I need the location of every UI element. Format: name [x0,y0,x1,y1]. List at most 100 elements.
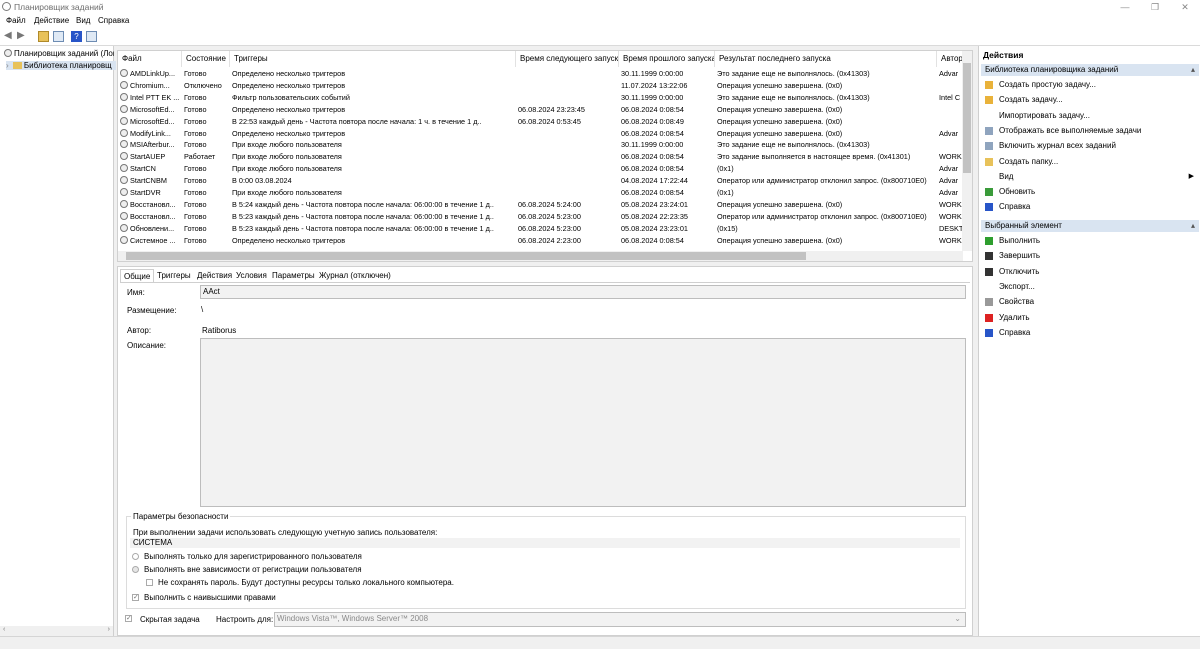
cell-status: Готово [184,104,207,114]
chevron-down-icon: ⌄ [954,614,961,623]
column-header-last-result[interactable]: Результат последнего запуска [715,51,937,67]
menu-view[interactable]: Вид [76,16,90,25]
action-properties[interactable]: Свойства [999,297,1034,306]
tree-horizontal-scrollbar[interactable]: ‹ › [0,626,113,636]
tree-root[interactable]: Планировщик заданий (Лок [4,49,114,58]
menu-bar: Файл Действие Вид Справка [0,14,1200,28]
action-end[interactable]: Завершить [999,251,1040,260]
table-row[interactable]: StartCN Готово При входе любого пользовате… [118,163,963,175]
back-icon[interactable]: ◀ [4,31,15,42]
radio-logged-on-only[interactable] [132,553,139,560]
action-refresh[interactable]: Обновить [999,187,1035,196]
highest-privileges-checkbox[interactable]: ✓ [132,594,139,601]
action-delete[interactable]: Удалить [999,313,1030,322]
up-folder-icon[interactable] [38,31,49,42]
table-row[interactable]: MSIAfterbur... Готово При входе любого пол… [118,139,963,151]
description-field[interactable] [200,338,966,507]
action-export[interactable]: Экспорт... [999,282,1035,291]
show-hide-tree-icon[interactable] [53,31,64,42]
do-not-store-password-checkbox[interactable] [146,579,153,586]
clock-icon [4,49,12,57]
radio-run-whether-logged-on[interactable] [132,566,139,573]
section-library-header[interactable]: Библиотека планировщика заданий ▴ [981,64,1199,76]
menu-action[interactable]: Действие [34,16,69,25]
tab-conditions[interactable]: Условия [233,269,270,282]
help-icon[interactable]: ? [71,31,82,42]
folder-icon [12,62,22,69]
action-import[interactable]: Импортировать задачу... [999,111,1090,120]
action-run[interactable]: Выполнить [999,236,1040,245]
tab-general[interactable]: Общие [120,269,155,282]
column-header-status[interactable]: Состояние [182,51,230,67]
cell-triggers: Определено несколько триггеров [232,235,346,245]
table-row[interactable]: ModifyLink... Готово Определено несколько … [118,128,963,140]
tab-triggers[interactable]: Триггеры [154,269,194,282]
configure-for-select[interactable]: Windows Vista™, Windows Server™ 2008 ⌄ [274,612,966,627]
column-header-next-run[interactable]: Время следующего запуска [516,51,619,67]
properties-icon [985,298,993,307]
action-running-tasks[interactable]: Отображать все выполняемые задачи [999,126,1141,135]
table-row[interactable]: Intel PTT EK ... Готово Фильтр пользовател… [118,92,963,104]
disable-icon [985,267,993,276]
minimize-button[interactable]: — [1110,0,1140,14]
action-help[interactable]: Справка [999,328,1030,337]
cell-author: Advar [939,188,959,197]
column-header-triggers[interactable]: Триггеры [230,51,516,67]
action-history[interactable]: Включить журнал всех заданий [999,141,1116,150]
cell-last-run: 06.08.2024 0:08:54 [621,164,684,174]
cell-last-run: 30.11.1999 0:00:00 [621,92,684,102]
table-row[interactable]: StartCNBM Готово В 0:00 03.08.2024 04.08.20… [118,175,963,187]
table-row[interactable]: Обновлени... Готово В 5:23 каждый день - Ч… [118,223,963,235]
cell-author: Advar [939,176,959,186]
tab-actions[interactable]: Действия [194,269,235,282]
cell-triggers: Определено несколько триггеров [232,104,346,114]
collapse-icon[interactable]: ▴ [1191,64,1195,76]
column-header-file[interactable]: Файл [118,51,182,67]
action-help[interactable]: Справка [999,202,1030,211]
close-button[interactable]: ✕ [1170,0,1200,14]
menu-help[interactable]: Справка [98,16,129,25]
table-row[interactable]: MicrosoftEd... Готово Определено несколько… [118,104,963,116]
configure-for-label: Настроить для: [216,615,274,624]
section-selected-header[interactable]: Выбранный элемент ▴ [981,220,1199,232]
column-header-last-run[interactable]: Время прошлого запуска [619,51,715,67]
task-clock-icon [120,116,128,125]
task-clock-icon [120,69,128,77]
table-row[interactable]: StartDVR Готово При входе любого пользоват… [118,187,963,199]
cell-status: Готово [184,223,207,233]
table-row[interactable]: Восстановл... Готово В 5:23 каждый день - … [118,211,963,223]
forward-icon[interactable]: ▶ [17,31,28,42]
show-action-pane-icon[interactable] [86,31,97,42]
task-scheduler-icon [2,2,11,11]
collapse-icon[interactable]: ▴ [1191,220,1195,232]
tab-settings[interactable]: Параметры [269,269,318,282]
task-list-vertical-scrollbar[interactable] [962,51,972,251]
cell-triggers: При входе любого пользователя [232,188,342,197]
action-folder[interactable]: Создать папку... [999,157,1058,166]
cell-last-run: 06.08.2024 0:08:54 [621,188,684,197]
table-row[interactable]: Восстановл... Готово В 5:24 каждый день - … [118,199,963,211]
hidden-task-checkbox[interactable]: ✓ [125,615,132,622]
scroll-thumb[interactable] [963,63,971,173]
action-create-task[interactable]: Создать задачу... [999,95,1063,104]
action-view[interactable]: Вид [999,172,1013,181]
cell-file: StartCNBM [118,175,182,187]
action-wizard[interactable]: Создать простую задачу... [999,80,1096,89]
table-row[interactable]: AMDLinkUp... Готово Определено несколько т… [118,68,963,80]
task-list-horizontal-scrollbar[interactable] [118,251,963,261]
toolbar: ◀ ▶ ? [0,28,1200,46]
column-header-author[interactable]: Автор [937,51,963,67]
name-field[interactable]: AAct [200,285,966,299]
scroll-thumb[interactable] [126,252,806,260]
table-row[interactable]: Chromium... Отключено Определено несколько… [118,80,963,92]
table-row[interactable]: StartAUEP Работает При входе любого пользо… [118,151,963,163]
action-disable[interactable]: Отключить [999,267,1039,276]
maximize-button[interactable]: ❐ [1140,0,1170,14]
tab-history[interactable]: Журнал (отключен) [316,269,394,282]
tree-library[interactable]: › Библиотека планировщ [6,61,116,70]
name-label: Имя: [127,288,145,297]
expand-arrow-icon[interactable]: › [6,61,9,70]
table-row[interactable]: MicrosoftEd... Готово В 22:53 каждый день … [118,116,963,128]
table-row[interactable]: Системное ... Готово Определено несколько … [118,235,963,247]
menu-file[interactable]: Файл [6,16,26,25]
